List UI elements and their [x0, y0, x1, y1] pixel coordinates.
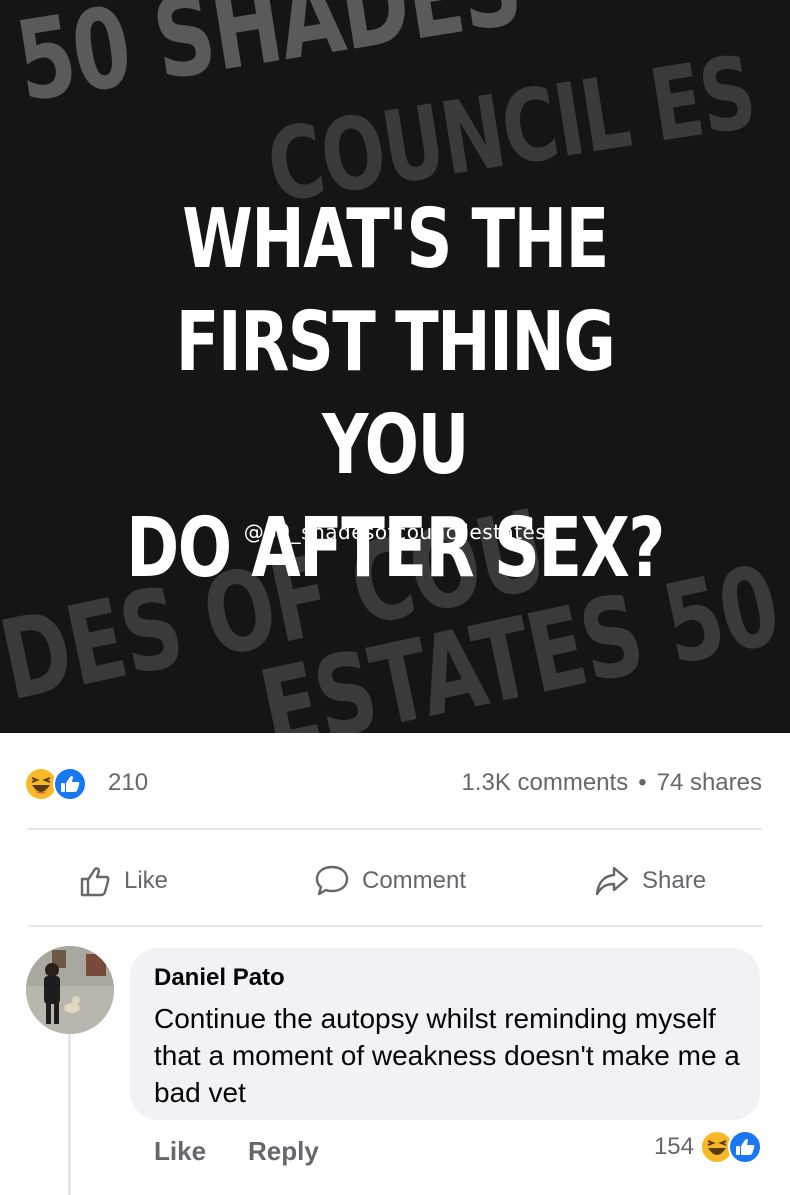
headline-line: WHAT'S THE [182, 192, 609, 287]
comment-actions: Like Reply [154, 1136, 319, 1167]
reaction-summary[interactable] [24, 767, 104, 801]
comment-text: Continue the autopsy whilst reminding my… [154, 1003, 740, 1108]
comment-author[interactable]: Daniel Pato [154, 964, 285, 992]
comment-button-label: Comment [362, 867, 467, 894]
separator-dot: • [638, 769, 647, 796]
comment-share-counts: 1.3K comments • 74 shares [461, 769, 762, 797]
post-image[interactable]: 50 SHADES COUNCIL ES DES OF COU ESTATES … [0, 0, 790, 733]
like-button-label: Like [124, 867, 169, 894]
avatar[interactable] [26, 946, 114, 1034]
like-reaction-icon [53, 767, 87, 801]
share-button[interactable]: Share [594, 864, 706, 898]
headline-line: FIRST THING YOU [175, 295, 616, 493]
thumbs-up-icon [80, 867, 110, 897]
comment-bubble: Daniel Pato Continue the autopsy whilst … [130, 948, 760, 1120]
share-arrow-icon [595, 866, 629, 896]
share-button-label: Share [642, 867, 707, 894]
like-reaction-icon [728, 1130, 762, 1164]
comment-reaction-count: 154 [653, 1133, 694, 1160]
comment-reactions[interactable]: 154 [654, 1130, 764, 1164]
headline-line: DO AFTER SEX? [126, 501, 665, 596]
comment-like-link[interactable]: Like [154, 1136, 206, 1166]
comment-reply-link[interactable]: Reply [248, 1136, 319, 1166]
action-bar: Like Comment Share [0, 830, 790, 925]
comment-button[interactable]: Comment [314, 864, 466, 898]
post-stats: 210 1.3K comments • 74 shares [0, 733, 790, 828]
source-handle: @50_shadesofcouncilestates [243, 520, 547, 544]
divider [28, 925, 762, 927]
comment-count[interactable]: 1.3K comments [461, 769, 628, 796]
haha-reaction-icon [24, 767, 58, 801]
share-count[interactable]: 74 shares [657, 769, 762, 796]
thread-line [68, 1030, 71, 1195]
reaction-count[interactable]: 210 [108, 769, 148, 797]
comment: Daniel Pato Continue the autopsy whilst … [0, 930, 790, 1195]
comment-bubble-icon [315, 865, 349, 896]
like-button[interactable]: Like [78, 864, 168, 898]
